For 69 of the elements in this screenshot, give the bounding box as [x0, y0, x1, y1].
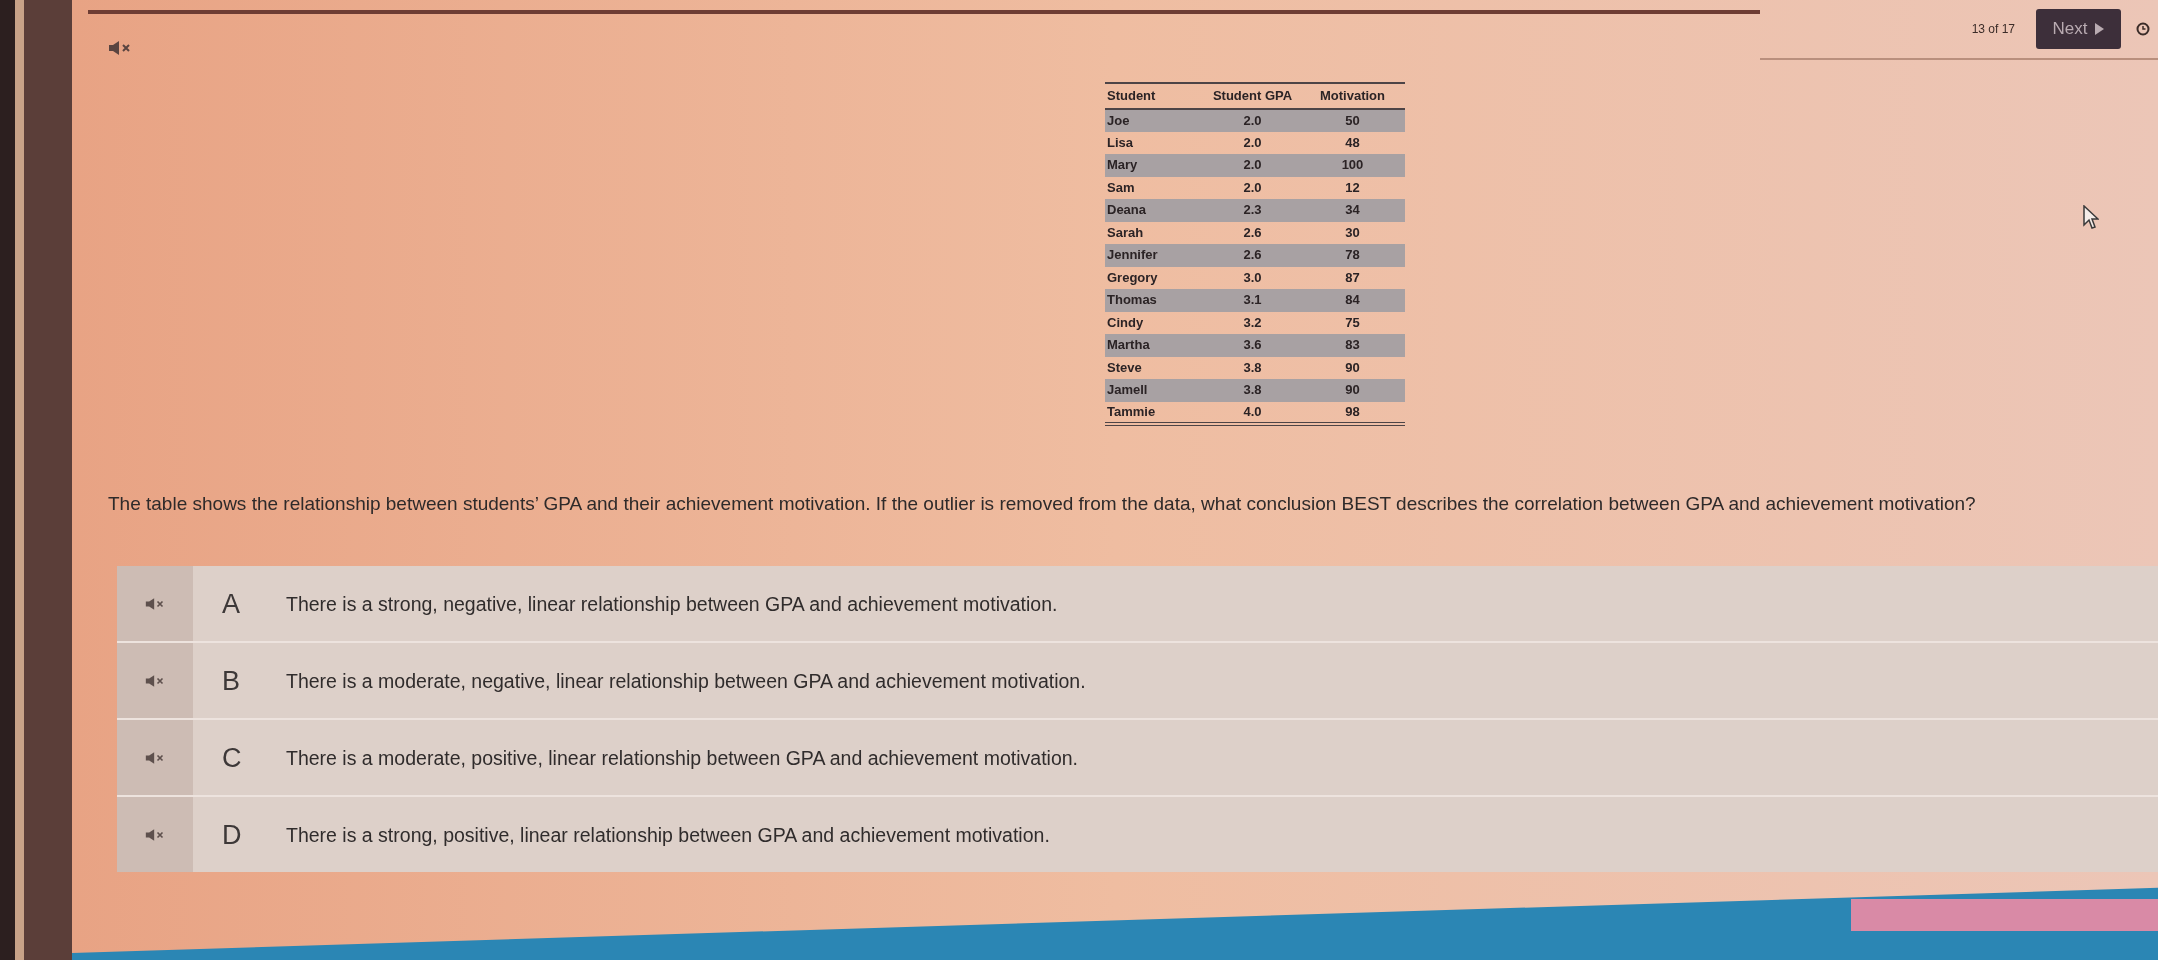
- table-cell: Steve: [1105, 356, 1205, 379]
- table-cell: 2.0: [1205, 131, 1300, 154]
- option-letter: A: [222, 588, 241, 619]
- option-text: There is a moderate, negative, linear relationship between GPA and achievement motivation.: [286, 668, 1086, 693]
- table-cell: 100: [1300, 154, 1405, 177]
- option-text: There is a strong, negative, linear relationship between GPA and achievement motivation.: [286, 591, 1058, 616]
- answer-option[interactable]: C There is a moderate, positive, linear relationship between GPA and achievement motivation.: [117, 720, 2158, 795]
- table-cell: 84: [1300, 289, 1405, 312]
- table-cell: Tammie: [1105, 401, 1205, 424]
- table-cell: Thomas: [1105, 289, 1205, 312]
- speaker-icon: [108, 40, 132, 56]
- table-cell: 3.1: [1205, 289, 1300, 312]
- table-cell: Deana: [1105, 199, 1205, 222]
- table-cell: Joe: [1105, 109, 1205, 132]
- answer-option[interactable]: B There is a moderate, negative, linear relationship between GPA and achievement motivation.: [117, 643, 2158, 718]
- speaker-icon: [145, 827, 165, 842]
- table-cell: 34: [1300, 199, 1405, 222]
- column-header: Student: [1105, 83, 1205, 109]
- table-cell: 3.2: [1205, 311, 1300, 334]
- table-cell: 98: [1300, 401, 1405, 424]
- next-button[interactable]: Next: [2036, 9, 2121, 49]
- option-letter: C: [222, 742, 243, 773]
- triangle-icon: [2095, 23, 2105, 35]
- cursor-icon: [2083, 205, 2099, 229]
- table-cell: 50: [1300, 109, 1405, 132]
- speaker-button[interactable]: [108, 40, 132, 56]
- table-cell: 78: [1300, 244, 1405, 267]
- answer-option[interactable]: D There is a strong, positive, linear relationship between GPA and achievement motivation.: [117, 797, 2158, 872]
- option-text: There is a strong, positive, linear relationship between GPA and achievement motivation.: [286, 822, 1050, 847]
- table-cell: Cindy: [1105, 311, 1205, 334]
- table-cell: 83: [1300, 334, 1405, 357]
- table-cell: 90: [1300, 356, 1405, 379]
- option-letter: D: [222, 819, 243, 850]
- clock-icon: [2136, 22, 2150, 36]
- table-cell: 2.3: [1205, 199, 1300, 222]
- table-cell: 4.0: [1205, 401, 1300, 424]
- table-cell: Lisa: [1105, 131, 1205, 154]
- table-cell: 2.6: [1205, 244, 1300, 267]
- column-header: Student GPA: [1205, 83, 1300, 109]
- table-cell: 2.0: [1205, 154, 1300, 177]
- speaker-icon: [145, 750, 165, 765]
- table-cell: Sam: [1105, 176, 1205, 199]
- table-cell: 2.0: [1205, 109, 1300, 132]
- table-cell: Martha: [1105, 334, 1205, 357]
- table-cell: Gregory: [1105, 266, 1205, 289]
- table-cell: 87: [1300, 266, 1405, 289]
- table-cell: Jamell: [1105, 379, 1205, 402]
- column-header: Motivation: [1300, 83, 1405, 109]
- table-cell: Mary: [1105, 154, 1205, 177]
- table-cell: Sarah: [1105, 221, 1205, 244]
- table-cell: 3.6: [1205, 334, 1300, 357]
- progress-text: 13 of 17: [1971, 21, 2015, 38]
- table-cell: 75: [1300, 311, 1405, 334]
- table-cell: 2.0: [1205, 176, 1300, 199]
- table-cell: 3.8: [1205, 379, 1300, 402]
- question-text: The table shows the relationship between students’ GPA and their achievement motivation. If the outlier is removed from the data, what conclusion BEST describes the correlation between GPA and achievement motivation?: [108, 492, 1977, 516]
- table-cell: 3.0: [1205, 266, 1300, 289]
- table-cell: 90: [1300, 379, 1405, 402]
- table-cell: Jennifer: [1105, 244, 1205, 267]
- option-letter: B: [222, 665, 241, 696]
- table-cell: 3.8: [1205, 356, 1300, 379]
- table-cell: 2.6: [1205, 221, 1300, 244]
- answer-option[interactable]: A There is a strong, negative, linear relationship between GPA and achievement motivation.: [117, 566, 2158, 641]
- speaker-icon: [145, 673, 165, 688]
- speaker-icon: [145, 596, 165, 611]
- table-cell: 30: [1300, 221, 1405, 244]
- option-text: There is a moderate, positive, linear relationship between GPA and achievement motivation.: [286, 745, 1078, 770]
- table-cell: 48: [1300, 131, 1405, 154]
- table-cell: 12: [1300, 176, 1405, 199]
